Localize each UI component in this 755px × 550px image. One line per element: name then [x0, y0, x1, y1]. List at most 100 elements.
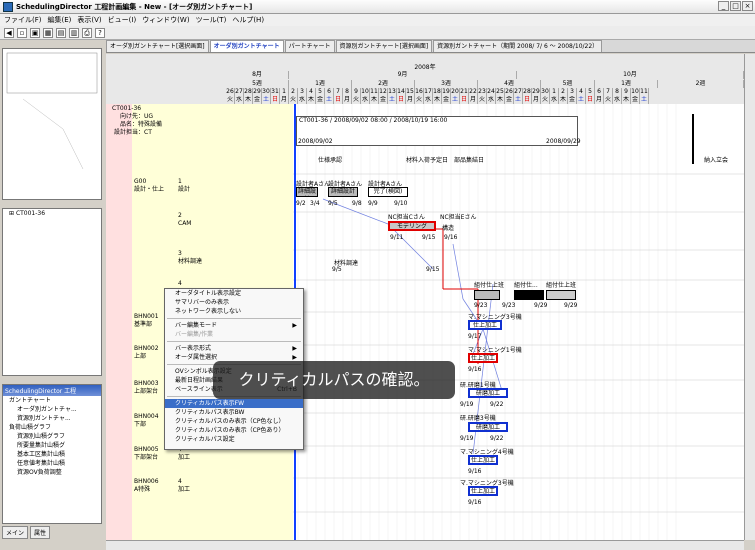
- tab-main[interactable]: メイン: [2, 526, 29, 539]
- machining-date: 9/22: [490, 401, 504, 408]
- weekday-label: 木: [622, 96, 631, 104]
- context-menu-item[interactable]: クリティカルパス表示BW: [165, 408, 303, 417]
- chart-tree: SchedulingDirector 工程 ガントチャート オーダ別ガントチャ.…: [2, 384, 102, 524]
- context-menu-item[interactable]: バー編集/作業: [165, 330, 303, 339]
- design-bar[interactable]: 完了(検図): [368, 187, 408, 197]
- menu-file[interactable]: ファイル(F): [4, 15, 42, 25]
- chart-icon[interactable]: ▥: [69, 27, 79, 38]
- window-controls: _ □ ×: [718, 1, 753, 11]
- close-button[interactable]: ×: [742, 1, 753, 11]
- grinding-bar[interactable]: 研磨加工: [468, 388, 508, 398]
- day-label: 13: [388, 88, 397, 96]
- weekday-label: 木: [433, 96, 442, 104]
- timeline-weeks: 5週 1週 2週 3週 4週 5週 1週 2週: [106, 80, 744, 88]
- new-icon[interactable]: ▫: [17, 27, 27, 38]
- milestone-delivery[interactable]: 納入立会: [704, 155, 728, 164]
- finish-bar[interactable]: [474, 290, 500, 300]
- day-label: 8: [613, 88, 622, 96]
- context-menu-item[interactable]: クリティカルパスのみ表示（CP色なし）: [165, 417, 303, 426]
- row-name: 下部架台: [134, 454, 159, 461]
- menu-window[interactable]: ウィンドウ(W): [142, 15, 189, 25]
- row-step: 1: [178, 178, 182, 185]
- gantt-grid[interactable]: [225, 104, 744, 540]
- overview-panel[interactable]: [2, 48, 102, 200]
- help-icon[interactable]: ?: [95, 27, 105, 38]
- tab-part-chart[interactable]: パートチャート: [284, 40, 335, 52]
- menu-viewi[interactable]: ビュー(I): [108, 15, 137, 25]
- day-label: 3: [298, 88, 307, 96]
- weekday-label: 日: [523, 96, 532, 104]
- material-date: 9/15: [426, 266, 440, 273]
- machining-bar[interactable]: 仕上加工: [468, 455, 498, 465]
- modeling-bar[interactable]: モデリング: [388, 221, 436, 231]
- day-label: 31: [271, 88, 280, 96]
- milestone-parts-assembly[interactable]: 部品集結日: [454, 155, 484, 164]
- tree-item-order[interactable]: ⊞ CT001-36: [3, 209, 101, 218]
- context-menu-item[interactable]: バー編集モード ▶: [165, 321, 303, 330]
- tree-item-arbitrary-load[interactable]: 任意値考集計山積: [3, 459, 101, 468]
- weekday-label: 土: [388, 96, 397, 104]
- context-menu-label: バー編集/作業: [175, 331, 214, 338]
- finish-bar[interactable]: [514, 290, 544, 300]
- row-code: BHN002: [134, 345, 159, 352]
- back-icon[interactable]: ◀: [4, 27, 14, 38]
- tree-item-gantt[interactable]: ガントチャート: [3, 396, 101, 405]
- tab-resource-gantt-select[interactable]: 資源別ガントチャート[選択画面]: [335, 40, 433, 52]
- vertical-scrollbar[interactable]: [744, 54, 755, 540]
- dependency-link: [452, 243, 464, 300]
- minimize-button[interactable]: _: [718, 1, 729, 11]
- machining-date: 9/22: [490, 435, 504, 442]
- design-bar[interactable]: 詳細設計: [296, 187, 318, 197]
- context-menu-item[interactable]: ネットワーク表示しない: [165, 307, 303, 316]
- machining-bar[interactable]: 仕上加工: [468, 353, 498, 363]
- tab-order-gantt[interactable]: オーダ別ガントチャート: [209, 40, 284, 52]
- machining-bar[interactable]: 仕上加工: [468, 320, 502, 330]
- timeline-weekdays: 火水木金土日月火水木金土日月火水木金土日月火水木金土日月火水木金土日月火水木金土…: [106, 96, 744, 104]
- tree-item-base-load[interactable]: 基本工区集計山積: [3, 450, 101, 459]
- week-label: 5週: [226, 80, 289, 88]
- month-label: 8月: [226, 71, 289, 79]
- context-menu-item[interactable]: バー表示形式 ▶: [165, 344, 303, 353]
- design-bar[interactable]: 詳細設計: [328, 187, 358, 197]
- tree-item-resource-load[interactable]: 資源別山積グラフ: [3, 432, 101, 441]
- window-icon[interactable]: ▦: [43, 27, 53, 38]
- tab-attributes[interactable]: 属性: [30, 526, 51, 539]
- order-summary-bar[interactable]: CT001-36 / 2008/09/02 08:00 / 2008/10/19…: [296, 116, 578, 146]
- timeline-header: 2008年 8月 9月 10月 5週 1週 2週 3週 4週 5週 1週 2週 …: [106, 54, 744, 104]
- weekday-label: 木: [559, 96, 568, 104]
- print-icon[interactable]: ⎙: [82, 27, 92, 38]
- milestone-material-arrival[interactable]: 材料入荷予定日: [406, 155, 448, 164]
- tree-item-load-graph[interactable]: 負荷山積グラフ: [3, 423, 101, 432]
- context-menu-label: オーダ属性選択: [175, 354, 218, 361]
- grid-icon[interactable]: ▤: [56, 27, 66, 38]
- tree-item-resource-gantt[interactable]: 資源別ガントチャ...: [3, 414, 101, 423]
- tree-item-required-load[interactable]: 所要量集計山積グ: [3, 441, 101, 450]
- tree-item-ov-adjust[interactable]: 資源OV負荷調整: [3, 468, 101, 477]
- weekday-label: 金: [316, 96, 325, 104]
- context-menu-item[interactable]: クリティカルパスのみ表示（CP色あり）: [165, 426, 303, 435]
- milestone-spec-approval[interactable]: 仕様承認: [318, 155, 342, 164]
- tree-item-order-gantt[interactable]: オーダ別ガントチャ...: [3, 405, 101, 414]
- context-menu-item[interactable]: クリティカルパス表示FW: [165, 399, 303, 408]
- finish-bar[interactable]: [546, 290, 576, 300]
- context-menu-item[interactable]: サマリバーのみ表示: [165, 298, 303, 307]
- nc-staff-label: NC担当Cさん: [388, 214, 425, 221]
- day-label: 10: [631, 88, 640, 96]
- menu-help[interactable]: ヘルプ(H): [232, 15, 264, 25]
- menu-view[interactable]: 表示(V): [77, 15, 101, 25]
- menu-edit[interactable]: 編集(E): [48, 15, 72, 25]
- weekday-label: 水: [487, 96, 496, 104]
- grinding-bar[interactable]: 研磨加工: [468, 422, 508, 432]
- day-label: 4: [307, 88, 316, 96]
- context-menu-item[interactable]: クリティカルパス設定: [165, 435, 303, 444]
- machining-bar[interactable]: 仕上加工: [468, 486, 498, 496]
- copy-icon[interactable]: ▣: [30, 27, 40, 38]
- maximize-button[interactable]: □: [730, 1, 741, 11]
- context-menu-item[interactable]: オーダタイトル表示設定: [165, 289, 303, 298]
- context-menu-label: ネットワーク表示しない: [175, 308, 242, 315]
- tab-resource-gantt-period[interactable]: 資源別ガントチャート（期間 2008/ 7/ 6 〜 2008/10/22）: [433, 40, 603, 52]
- horizontal-scrollbar[interactable]: [106, 540, 744, 550]
- tab-order-gantt-select[interactable]: オーダ別ガントチャート[選択画面]: [106, 40, 209, 52]
- day-label: 19: [442, 88, 451, 96]
- menu-tools[interactable]: ツール(T): [196, 15, 227, 25]
